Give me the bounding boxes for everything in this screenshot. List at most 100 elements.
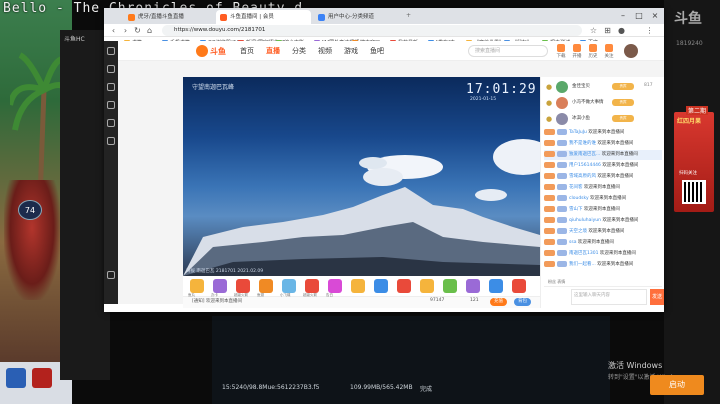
profile-icon[interactable]: ● (616, 25, 627, 36)
close-icon[interactable]: × (648, 10, 662, 22)
fan-badge-icon (557, 172, 567, 179)
back-icon[interactable]: ‹ (108, 25, 119, 36)
notice-text: [通知] 欢迎来到本直播间 (192, 299, 242, 304)
chat-text: 欢迎来到本直播间 (602, 218, 639, 223)
app-icon[interactable] (32, 368, 52, 388)
chat-username[interactable]: 天空之境 (569, 229, 587, 234)
douyu-logo[interactable]: 斗鱼 (196, 44, 232, 58)
gift-icon[interactable] (351, 279, 365, 293)
gift-icon[interactable] (374, 279, 388, 293)
avatar[interactable] (624, 44, 638, 58)
nav-live[interactable]: 直播 (266, 46, 280, 56)
chat-message[interactable]: 用户15614446 欢迎来到本直播间 (544, 161, 662, 171)
follow-icon[interactable]: 关注 (602, 44, 616, 59)
nav-home[interactable]: 首页 (240, 46, 254, 56)
chat-text: 欢迎来到本直播间 (601, 152, 638, 157)
chat-message[interactable]: qiuhuluhaiyun 欢迎来到本直播间 (544, 216, 662, 226)
chat-text: 欢迎来到本直播间 (597, 262, 634, 267)
gift-icon[interactable] (305, 279, 319, 293)
rank-row[interactable]: ● 冰淇小鱼 贵宾 (544, 112, 662, 126)
browser-tab-active[interactable]: 斗鱼直播间 | 会员 (216, 10, 311, 24)
chat-username[interactable]: 独爱南迦巴瓦... (569, 152, 600, 157)
nav-game[interactable]: 游戏 (344, 46, 358, 56)
sidebar-apps-icon[interactable] (107, 137, 115, 145)
rank-badge: 贵宾 (612, 83, 634, 90)
chat-input[interactable]: 这里输入聊天内容 (571, 289, 647, 305)
forward-icon[interactable]: › (120, 25, 131, 36)
mountain-scene (183, 139, 540, 276)
gift-icon[interactable] (259, 279, 273, 293)
menu-icon[interactable]: ⋮ (644, 25, 655, 36)
launch-button[interactable]: 启动 (650, 375, 704, 395)
download-stat: 15:5240/98.8Mue:5612237B3.f5 (222, 384, 320, 391)
chat-username[interactable]: 用户15614446 (569, 163, 601, 168)
sidebar-search-icon[interactable] (107, 83, 115, 91)
chat-username[interactable]: 雪山下 (569, 207, 583, 212)
chat-message[interactable]: 我们一起看... 欢迎来到本直播间 (544, 260, 662, 270)
history-icon[interactable]: 历史 (586, 44, 600, 59)
chat-message[interactable]: 独爱南迦巴瓦... 欢迎来到本直播间 (544, 150, 662, 160)
chat-message[interactable]: 雪域高原的风 欢迎来到本直播间 (544, 172, 662, 182)
broadcast-icon[interactable]: 开播 (570, 44, 584, 59)
reload-icon[interactable]: ↻ (132, 25, 143, 36)
gift-icon[interactable] (466, 279, 480, 293)
backpack-button[interactable]: 背包 (514, 298, 531, 306)
chat-username[interactable]: 南迦巴瓦1301 (569, 251, 598, 256)
gift-icon[interactable] (512, 279, 526, 293)
sidebar-bookmark-icon[interactable] (107, 47, 115, 55)
sidebar-mail-icon[interactable] (107, 119, 115, 127)
chat-username[interactable]: 我不是谁的谁 (569, 141, 596, 146)
chat-username[interactable]: 雪域高原的风 (569, 174, 596, 179)
chat-message[interactable]: TaTaJuJu 欢迎来到本直播间 (544, 128, 662, 138)
chat-text: 欢迎来到本直播间 (602, 163, 639, 168)
gift-icon[interactable] (236, 279, 250, 293)
sidebar-add-icon[interactable] (107, 271, 115, 279)
chat-username[interactable]: 花间客 (569, 185, 583, 190)
browser-tab[interactable]: 用户中心-分类频道 (314, 10, 404, 24)
gift-icon[interactable] (282, 279, 296, 293)
download-icon[interactable]: 下载 (554, 44, 568, 59)
nav-fishbar[interactable]: 鱼吧 (370, 46, 384, 56)
browser-tab[interactable]: 虎牙/直播斗鱼直播 (124, 10, 214, 24)
gift-icon[interactable] (397, 279, 411, 293)
app-icon[interactable] (6, 368, 26, 388)
gift-icon[interactable] (213, 279, 227, 293)
home-icon[interactable]: ⌂ (144, 25, 155, 36)
chat-username[interactable]: cloudsky (569, 196, 589, 201)
gift-icon[interactable] (489, 279, 503, 293)
star-icon[interactable]: ☆ (588, 25, 599, 36)
chat-message[interactable]: cloudsky 欢迎来到本直播间 (544, 194, 662, 204)
gift-icon[interactable] (420, 279, 434, 293)
maximize-icon[interactable]: □ (632, 10, 646, 22)
browser-sidebar (104, 41, 118, 304)
chat-message[interactable]: ssa 欢迎来到本直播间 (544, 238, 662, 248)
chat-username[interactable]: 我们一起看... (569, 262, 596, 267)
chat-toolbar[interactable]: 粉丝 表情 (548, 279, 565, 285)
nav-video[interactable]: 视频 (318, 46, 332, 56)
chat-message[interactable]: 南迦巴瓦1301 欢迎来到本直播间 (544, 249, 662, 259)
rank-row[interactable]: ● 小冯不做大事情 贵宾 (544, 96, 662, 110)
new-tab-icon[interactable]: + (406, 12, 411, 19)
gift-icon[interactable] (190, 279, 204, 293)
recharge-button[interactable]: 充值 (490, 298, 507, 306)
gift-icon[interactable] (328, 279, 342, 293)
gift-icon[interactable] (443, 279, 457, 293)
video-player[interactable] (183, 77, 540, 276)
nav-category[interactable]: 分类 (292, 46, 306, 56)
chat-message[interactable]: 我不是谁的谁 欢迎来到本直播间 (544, 139, 662, 149)
sidebar-history-icon[interactable] (107, 65, 115, 73)
sidebar-chat-icon[interactable] (107, 101, 115, 109)
chat-username[interactable]: qiuhuluhaiyun (569, 218, 601, 223)
background-window[interactable]: 斗鱼HC (60, 30, 110, 380)
rank-row[interactable]: ● 金佳宝贝 贵宾 817 (544, 80, 662, 94)
minimize-icon[interactable]: – (616, 10, 630, 22)
url-input[interactable]: https://www.douyu.com/2181701 (162, 25, 582, 36)
send-button[interactable]: 发送 (650, 289, 664, 305)
chat-username[interactable]: TaTaJuJu (569, 130, 587, 135)
chat-message[interactable]: 花间客 欢迎来到本直播间 (544, 183, 662, 193)
chat-username[interactable]: ssa (569, 240, 576, 245)
extensions-icon[interactable]: ⊞ (602, 25, 613, 36)
site-search-input[interactable]: 搜索直播间 (468, 45, 548, 57)
chat-message[interactable]: 雪山下 欢迎来到本直播间 (544, 205, 662, 215)
chat-message[interactable]: 天空之境 欢迎来到本直播间 (544, 227, 662, 237)
